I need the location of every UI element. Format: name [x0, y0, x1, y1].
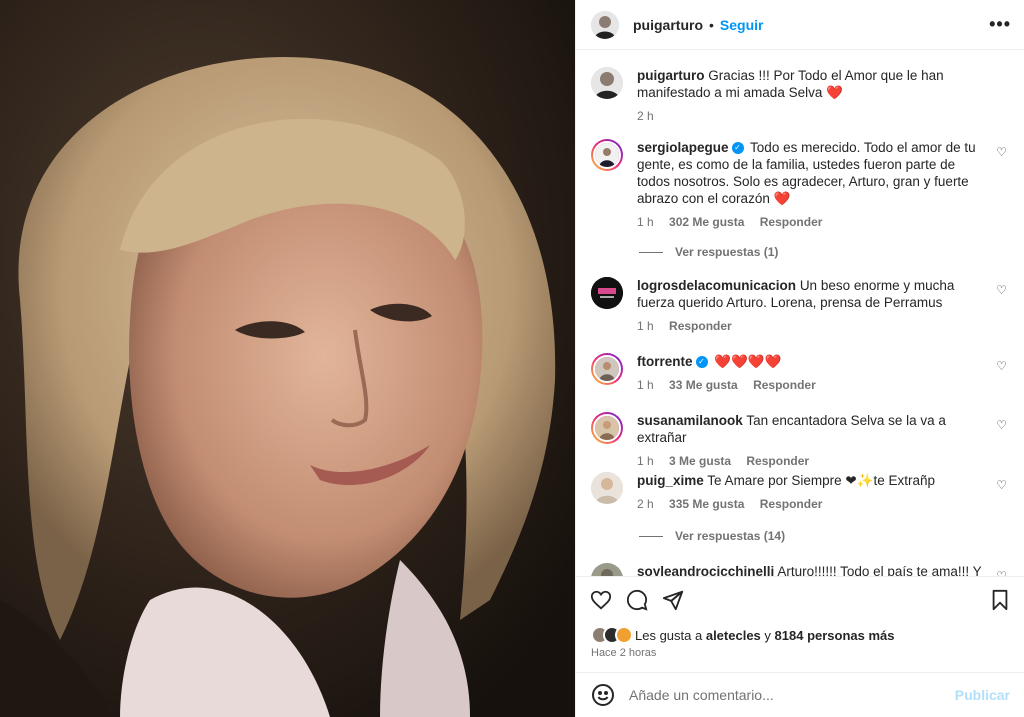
- reply-button[interactable]: Responder: [760, 497, 823, 511]
- comment-input[interactable]: [629, 687, 955, 703]
- replies-divider: [639, 251, 663, 253]
- like-comment-heart-icon[interactable]: ♡: [996, 145, 1007, 159]
- reply-button[interactable]: Responder: [753, 378, 816, 392]
- comment-item: ftorrente ✓ ❤️❤️❤️❤️ 1 h 33 Me gusta Resp…: [591, 353, 1011, 394]
- likes-and: y: [764, 627, 771, 643]
- comment-time[interactable]: 2 h: [637, 497, 654, 511]
- comment-username[interactable]: sergiolapegue: [637, 140, 729, 155]
- comment-likes[interactable]: 33 Me gusta: [669, 378, 738, 392]
- likes-prefix: Les gusta a: [635, 627, 703, 643]
- view-replies-button[interactable]: Ver respuestas (1): [639, 245, 778, 259]
- more-options-icon[interactable]: •••: [989, 14, 1011, 35]
- comment-item: logrosdelacomunicacion Un beso enorme y …: [591, 277, 1011, 335]
- commenter-avatar[interactable]: [591, 353, 623, 385]
- comment-likes[interactable]: 3 Me gusta: [669, 454, 731, 468]
- share-icon[interactable]: [662, 589, 684, 611]
- comment-time[interactable]: 1 h: [637, 319, 654, 333]
- post-time[interactable]: Hace 2 horas: [591, 647, 656, 659]
- comment-likes[interactable]: 335 Me gusta: [669, 497, 744, 511]
- verified-badge-icon: ✓: [731, 142, 744, 155]
- comment-icon[interactable]: [626, 589, 648, 611]
- likes-summary[interactable]: Les gusta a aletecles y 8184 personas má…: [591, 626, 895, 644]
- heart-icon[interactable]: [590, 589, 612, 611]
- commenter-avatar[interactable]: [591, 472, 623, 504]
- comment-username[interactable]: susanamilanook: [637, 413, 743, 428]
- view-replies-button[interactable]: Ver respuestas (14): [639, 529, 785, 543]
- comment-username[interactable]: soyleandrocicchinelli: [637, 564, 774, 576]
- caption: puigarturo Gracias !!! Por Todo el Amor …: [591, 67, 1011, 125]
- comment-item: puig_xime Te Amare por Siempre ❤✨te Extr…: [591, 472, 1011, 513]
- post-side-panel: puigarturo • Seguir ••• puigarturo Graci…: [575, 0, 1024, 717]
- verified-badge-icon: ✓: [695, 356, 708, 369]
- like-comment-heart-icon[interactable]: ♡: [996, 359, 1007, 373]
- publish-button[interactable]: Publicar: [955, 687, 1010, 703]
- caption-time[interactable]: 2 h: [637, 109, 654, 123]
- post-header: puigarturo • Seguir •••: [576, 0, 1024, 50]
- commenter-avatar[interactable]: [591, 412, 623, 444]
- like-comment-heart-icon[interactable]: ♡: [996, 283, 1007, 297]
- like-comment-heart-icon[interactable]: ♡: [996, 478, 1007, 492]
- commenter-avatar[interactable]: [591, 277, 623, 309]
- author-avatar[interactable]: [591, 10, 619, 39]
- emoji-icon[interactable]: [591, 683, 615, 707]
- comments-list[interactable]: puigarturo Gracias !!! Por Todo el Amor …: [576, 51, 1024, 576]
- liker-avatars: [591, 626, 633, 644]
- view-replies-label[interactable]: Ver respuestas (1): [675, 245, 778, 259]
- reply-button[interactable]: Responder: [746, 454, 809, 468]
- comment-time[interactable]: 1 h: [637, 454, 654, 468]
- post-photo[interactable]: [0, 0, 575, 717]
- view-replies-label[interactable]: Ver respuestas (14): [675, 529, 785, 543]
- reply-button[interactable]: Responder: [760, 215, 823, 229]
- caption-username[interactable]: puigarturo: [637, 68, 705, 83]
- comment-text: ❤️❤️❤️❤️: [714, 354, 782, 369]
- likes-others[interactable]: 8184 personas más: [775, 628, 895, 643]
- commenter-avatar[interactable]: [591, 139, 623, 171]
- replies-divider: [639, 535, 663, 537]
- author-avatar[interactable]: [591, 67, 623, 99]
- separator-dot: •: [709, 16, 714, 33]
- follow-button[interactable]: Seguir: [720, 17, 764, 33]
- commenter-avatar[interactable]: [591, 563, 623, 576]
- reply-button[interactable]: Responder: [669, 319, 732, 333]
- bookmark-icon[interactable]: [989, 589, 1011, 611]
- comment-time[interactable]: 1 h: [637, 378, 654, 392]
- author-username[interactable]: puigarturo: [633, 17, 703, 33]
- comment-likes[interactable]: 302 Me gusta: [669, 215, 744, 229]
- comment-text: Arturo!!!!!! Todo el país te ama!!! Y: [777, 564, 982, 576]
- comment-username[interactable]: logrosdelacomunicacion: [637, 278, 796, 293]
- like-comment-heart-icon[interactable]: ♡: [996, 418, 1007, 432]
- comment-text: Te Amare por Siempre ❤✨te Extrañp: [707, 473, 936, 488]
- post-actions: Les gusta a aletecles y 8184 personas má…: [576, 576, 1024, 680]
- comment-item: sergiolapegue ✓ Todo es merecido. Todo el…: [591, 139, 1011, 231]
- comment-time[interactable]: 1 h: [637, 215, 654, 229]
- comment-username[interactable]: puig_xime: [637, 473, 704, 488]
- comment-item: soyleandrocicchinelli Arturo!!!!!! Todo …: [591, 563, 1011, 576]
- add-comment-bar: Publicar: [576, 672, 1024, 717]
- like-comment-heart-icon[interactable]: ♡: [996, 569, 1007, 576]
- likes-user[interactable]: aletecles: [706, 628, 761, 643]
- comment-item: susanamilanook Tan encantadora Selva se …: [591, 412, 1011, 470]
- comment-username[interactable]: ftorrente: [637, 354, 693, 369]
- liker-avatar: [615, 626, 633, 644]
